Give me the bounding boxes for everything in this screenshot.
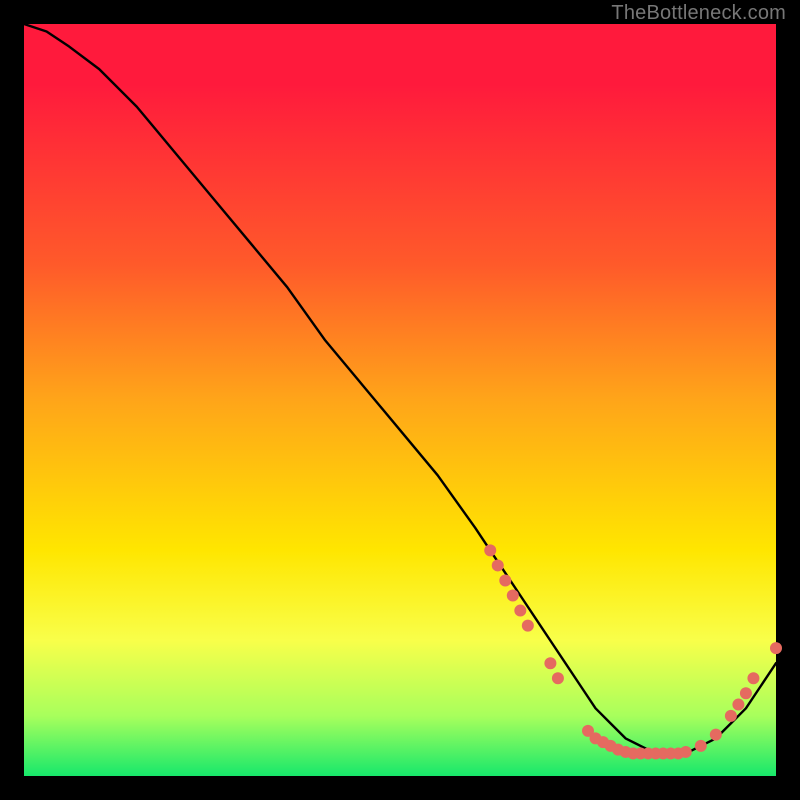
curve-marker [522,620,534,632]
chart-root: TheBottleneck.com [0,0,800,800]
curve-marker [725,710,737,722]
curve-marker [507,590,519,602]
curve-marker [732,699,744,711]
watermark-text: TheBottleneck.com [611,2,786,25]
curve-marker [552,672,564,684]
curve-marker [514,605,526,617]
curve-marker [680,746,692,758]
curve-marker [740,687,752,699]
curve-marker [499,574,511,586]
curve-markers [484,544,782,759]
curve-marker [770,642,782,654]
curve-marker [695,740,707,752]
curve-marker [747,672,759,684]
plot-area [24,24,776,776]
bottleneck-curve [24,24,776,753]
curve-marker [544,657,556,669]
curve-marker [710,729,722,741]
curve-layer [24,24,776,776]
curve-marker [492,559,504,571]
curve-marker [484,544,496,556]
